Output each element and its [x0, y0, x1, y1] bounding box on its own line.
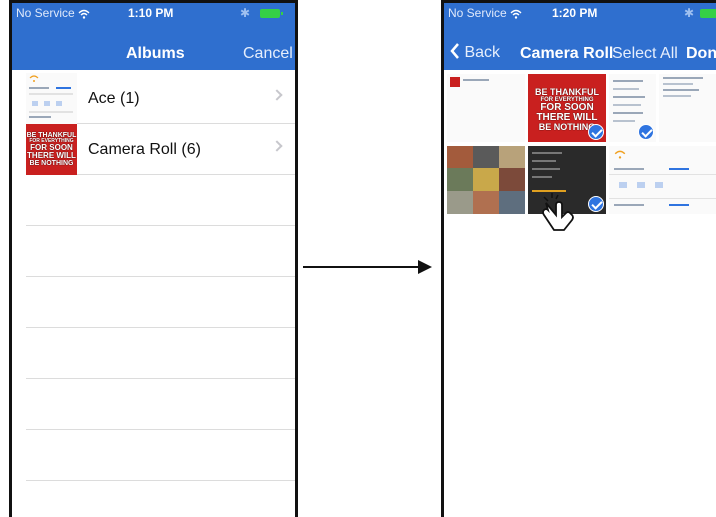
arrow-head — [418, 260, 432, 274]
divider — [26, 276, 295, 277]
status-time: 1:20 PM — [552, 6, 598, 20]
checkmark-icon — [588, 124, 604, 140]
back-button[interactable]: Back — [450, 43, 500, 62]
wifi-icon — [510, 9, 522, 19]
done-button[interactable]: Done — [686, 45, 716, 63]
poster-line: BE NOTHING — [29, 160, 74, 167]
album-label: Camera Roll (6) — [88, 141, 201, 158]
hand-pointer-icon — [542, 193, 574, 231]
wifi-icon — [29, 75, 39, 82]
navigation-bar: No Service 1:10 PM ✱ Albums Cancel — [12, 3, 295, 70]
page-title: Camera Roll — [520, 45, 614, 62]
photo-thumbnail-selected[interactable]: BE THANKFUL FOR EVERYTHING FOR SOON THER… — [528, 74, 606, 142]
divider — [26, 378, 295, 379]
poster-line: BE THANKFUL — [535, 87, 599, 97]
album-thumbnail: BE THANKFUL FOR EVERYTHING FOR SOON THER… — [26, 124, 77, 175]
poster-line: THERE WILL — [27, 151, 76, 160]
checkmark-icon — [638, 124, 654, 140]
status-bar: No Service 1:20 PM ✱ — [448, 6, 716, 22]
chevron-right-icon — [271, 89, 283, 101]
camera-roll-screen: No Service 1:20 PM ✱ Back Camera Roll Se… — [441, 0, 716, 517]
status-time: 1:10 PM — [128, 6, 174, 20]
divider — [26, 225, 295, 226]
album-thumbnail — [26, 73, 77, 124]
albums-screen: No Service 1:10 PM ✱ Albums Cancel Ace (… — [9, 0, 298, 517]
battery-icon — [700, 9, 716, 18]
photo-thumbnail[interactable] — [659, 74, 716, 142]
album-row-camera-roll[interactable]: BE THANKFUL FOR EVERYTHING FOR SOON THER… — [26, 124, 295, 175]
carrier-text: No Service — [16, 6, 75, 20]
select-all-button[interactable]: Select All — [612, 45, 678, 63]
bluetooth-icon: ✱ — [684, 6, 695, 20]
arrow-right-icon — [303, 266, 421, 268]
page-title: Albums — [126, 45, 185, 62]
divider — [26, 327, 295, 328]
divider — [26, 480, 295, 481]
carrier-label: No Service — [448, 6, 522, 20]
navigation-bar: No Service 1:20 PM ✱ Back Camera Roll Se… — [444, 3, 716, 70]
photo-thumbnail[interactable] — [609, 146, 716, 214]
carrier-label: No Service — [16, 6, 90, 20]
photo-thumbnail[interactable] — [447, 74, 525, 142]
divider — [26, 429, 295, 430]
chevron-left-icon — [450, 43, 459, 59]
back-label: Back — [464, 44, 501, 61]
chevron-right-icon — [271, 140, 283, 152]
photo-thumbnail-selected[interactable] — [609, 74, 656, 142]
wifi-icon — [614, 150, 626, 159]
wifi-icon — [78, 9, 90, 19]
battery-icon — [260, 9, 283, 18]
album-label: Ace (1) — [88, 90, 140, 107]
cancel-button[interactable]: Cancel — [243, 45, 293, 63]
status-bar: No Service 1:10 PM ✱ — [16, 6, 291, 22]
checkmark-icon — [588, 196, 604, 212]
bluetooth-icon: ✱ — [240, 6, 251, 20]
photo-thumbnail[interactable] — [447, 146, 525, 214]
carrier-text: No Service — [448, 6, 507, 20]
album-row-ace[interactable]: Ace (1) — [26, 73, 295, 124]
